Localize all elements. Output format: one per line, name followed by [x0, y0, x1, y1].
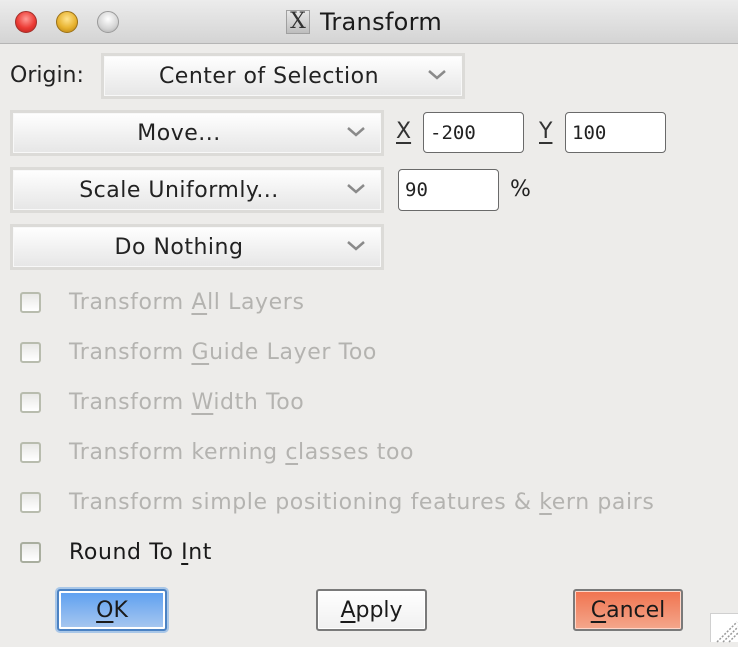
- chevron-down-icon: [347, 127, 365, 137]
- origin-dropdown-value: Center of Selection: [158, 63, 380, 89]
- ok-label-rest: K: [113, 597, 128, 623]
- cancel-label-rest: ancel: [606, 597, 666, 623]
- chevron-down-icon: [347, 241, 365, 251]
- transform-width-checkbox[interactable]: Transform Width Too: [20, 390, 304, 415]
- chevron-down-icon: [428, 70, 446, 80]
- window-title: Transform: [319, 8, 443, 36]
- checkbox-label: Transform Width Too: [69, 390, 305, 415]
- origin-label: Origin:: [10, 63, 84, 88]
- x-label: X: [396, 119, 412, 144]
- checkbox-box[interactable]: [20, 442, 41, 463]
- transform-3-value: Do Nothing: [114, 234, 244, 260]
- resize-grip[interactable]: [710, 613, 738, 643]
- transform-1-dropdown[interactable]: Move...: [10, 110, 384, 156]
- origin-dropdown[interactable]: Center of Selection: [101, 53, 465, 99]
- resize-grip-icon: [716, 621, 738, 643]
- transform-guide-layer-checkbox[interactable]: Transform Guide Layer Too: [20, 340, 377, 365]
- checkbox-label: Transform Guide Layer Too: [69, 340, 377, 365]
- scale-input[interactable]: [398, 169, 499, 211]
- transform-1-value: Move...: [137, 120, 221, 146]
- ok-button[interactable]: OK: [57, 589, 167, 631]
- transform-2-dropdown[interactable]: Scale Uniformly...: [10, 167, 384, 213]
- transform-kerning-classes-checkbox[interactable]: Transform kerning classes too: [20, 440, 414, 465]
- ok-mnemonic: O: [96, 597, 114, 623]
- cancel-mnemonic: C: [590, 597, 607, 623]
- window-title-wrap: X Transform: [0, 0, 738, 44]
- checkbox-label: Transform All Layers: [69, 290, 305, 315]
- title-bar: X Transform: [0, 0, 738, 44]
- transform-all-layers-checkbox[interactable]: Transform All Layers: [20, 290, 305, 315]
- apply-mnemonic: A: [340, 597, 356, 623]
- checkbox-box[interactable]: [20, 542, 41, 563]
- checkbox-box[interactable]: [20, 392, 41, 413]
- cancel-button[interactable]: Cancel: [573, 589, 683, 631]
- checkbox-box[interactable]: [20, 342, 41, 363]
- transform-2-value: Scale Uniformly...: [79, 177, 279, 203]
- transform-3-dropdown[interactable]: Do Nothing: [10, 224, 384, 270]
- x11-icon: X: [285, 10, 310, 34]
- checkbox-box[interactable]: [20, 492, 41, 513]
- round-to-int-checkbox[interactable]: Round To Int: [20, 540, 212, 565]
- chevron-down-icon: [347, 184, 365, 194]
- checkbox-label: Transform kerning classes too: [69, 440, 415, 465]
- x-offset-input[interactable]: [423, 112, 524, 153]
- checkbox-label: Round To Int: [69, 540, 213, 565]
- apply-label-rest: pply: [355, 597, 403, 623]
- percent-label: %: [510, 177, 531, 202]
- transform-positioning-features-checkbox[interactable]: Transform simple positioning features & …: [20, 490, 654, 515]
- checkbox-label: Transform simple positioning features & …: [69, 490, 655, 515]
- checkbox-box[interactable]: [20, 292, 41, 313]
- y-label: Y: [539, 119, 553, 144]
- apply-button[interactable]: Apply: [316, 589, 427, 631]
- y-offset-input[interactable]: [565, 112, 666, 153]
